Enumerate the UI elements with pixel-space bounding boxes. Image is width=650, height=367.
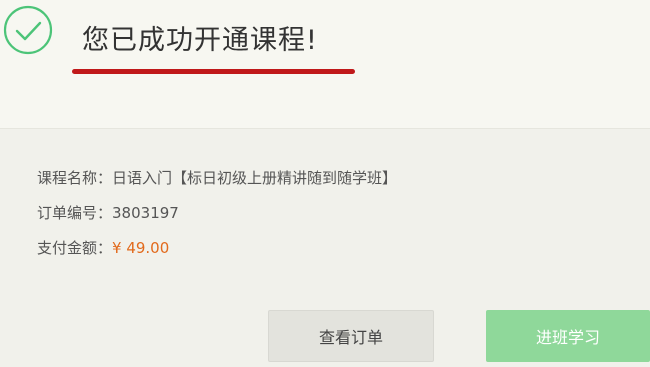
order-number-label: 订单编号： <box>37 204 113 222</box>
course-name-label: 课程名称： <box>37 169 113 187</box>
check-circle-icon <box>3 5 53 55</box>
course-name-value: 日语入门【标日初级上册精讲随到随学班】 <box>112 169 398 187</box>
order-number-value: 3803197 <box>112 204 179 222</box>
course-name-row: 课程名称：日语入门【标日初级上册精讲随到随学班】 <box>37 167 397 188</box>
success-header: 您已成功开通课程! <box>0 0 650 129</box>
order-number-row: 订单编号：3803197 <box>37 202 179 223</box>
payment-amount-row: 支付金额：¥ 49.00 <box>37 237 169 258</box>
payment-amount-label: 支付金额： <box>37 239 113 257</box>
payment-amount-value: ¥ 49.00 <box>112 239 170 257</box>
enter-class-button[interactable]: 进班学习 <box>486 310 650 362</box>
page-title: 您已成功开通课程! <box>82 25 318 56</box>
view-order-button[interactable]: 查看订单 <box>268 310 434 362</box>
title-underline <box>72 69 355 74</box>
